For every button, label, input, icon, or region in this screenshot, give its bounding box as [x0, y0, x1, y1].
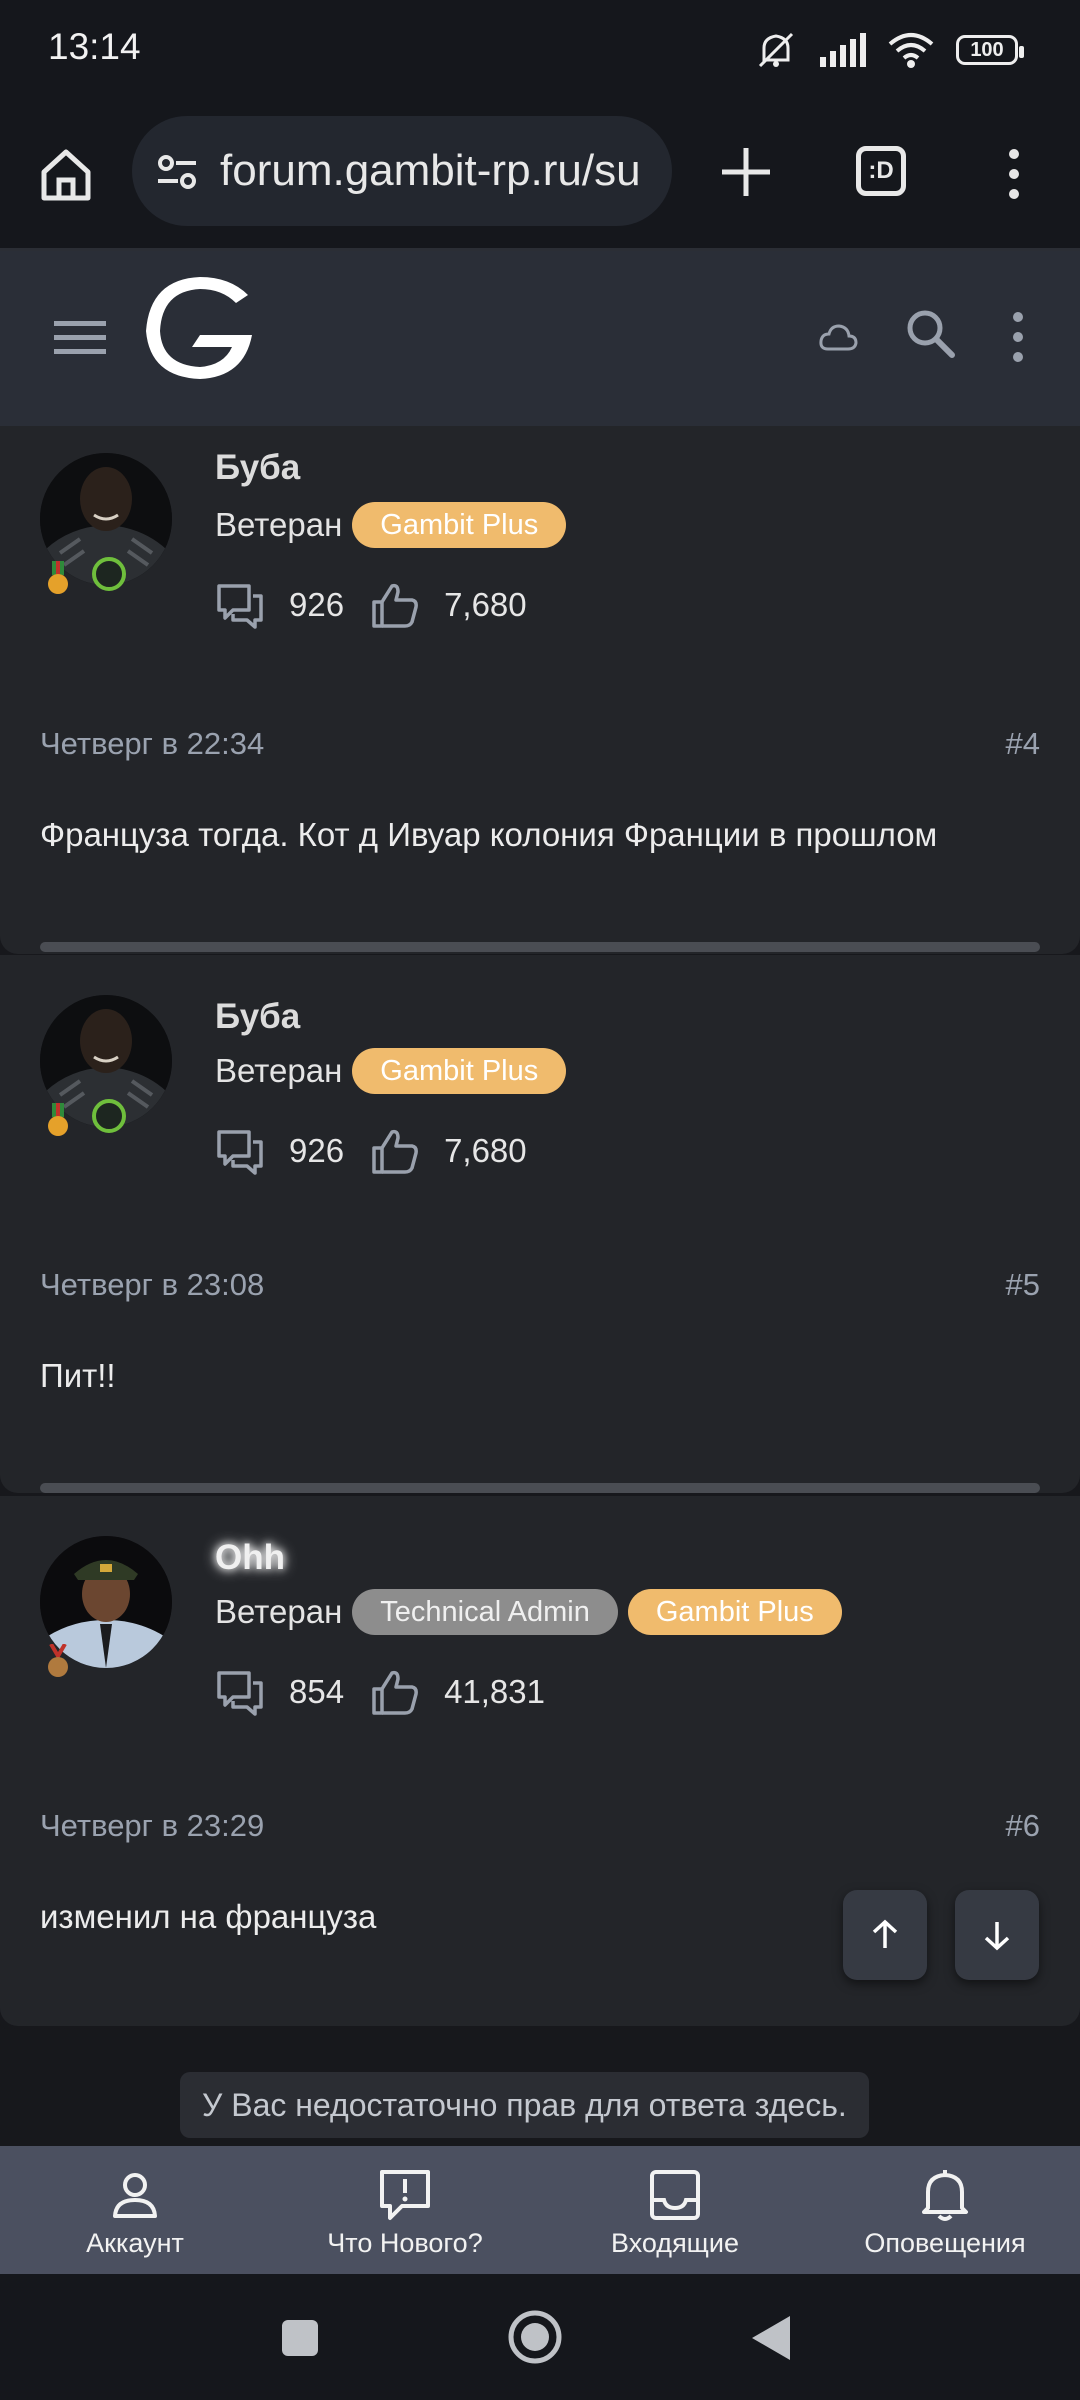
post-4: Буба Ветеран Gambit Plus 926 7,680 Четве…	[0, 426, 1080, 954]
tab-switcher-button[interactable]: :D	[856, 146, 906, 196]
message-count: 926	[289, 586, 345, 623]
arrow-down-icon	[984, 1922, 1010, 1951]
medal-icon	[48, 1644, 68, 1677]
nav-alerts[interactable]: Оповещения	[810, 2146, 1080, 2274]
wifi-icon	[888, 33, 934, 68]
reaction-score: 41,831	[444, 1673, 545, 1710]
reaction-score: 7,680	[444, 1132, 527, 1169]
status-bar: 13:14 100	[0, 0, 1080, 104]
back-icon[interactable]	[750, 2314, 792, 2362]
online-status-icon	[92, 1099, 126, 1133]
user-title-row: Ветеран Gambit Plus	[215, 502, 567, 548]
nav-label: Входящие	[610, 2228, 739, 2258]
new-tab-icon[interactable]	[716, 142, 776, 202]
username[interactable]: Буба	[215, 448, 300, 488]
username[interactable]: Буба	[215, 997, 300, 1037]
user-role: Ветеран	[215, 506, 343, 543]
bell-icon	[922, 2170, 968, 2221]
gambit-logo[interactable]	[140, 273, 260, 383]
messages-icon	[217, 1130, 263, 1175]
reaction-score: 7,680	[444, 586, 527, 623]
post-6: Ohh Ветеран Technical Admin Gambit Plus …	[0, 1496, 1080, 2026]
site-settings-icon[interactable]	[156, 151, 198, 193]
gambit-plus-badge: Gambit Plus	[627, 1589, 842, 1635]
home-icon[interactable]	[36, 144, 96, 204]
bottom-navigation: Аккаунт Что Нового? Входящие Оповещения	[0, 2146, 1080, 2274]
battery-icon: 100	[956, 35, 1024, 65]
likes-icon	[372, 1670, 418, 1715]
post-content: Пит!!	[40, 1357, 116, 1394]
address-bar[interactable]: forum.gambit-rp.ru/su	[132, 116, 672, 226]
recents-icon[interactable]	[280, 2318, 320, 2358]
browser-toolbar: forum.gambit-rp.ru/su :D	[0, 104, 1080, 251]
post-5: Буба Ветеран Gambit Plus 926 7,680 Четве…	[0, 955, 1080, 1493]
no-reply-permission-notice: У Вас недостаточно прав для ответа здесь…	[180, 2072, 869, 2138]
post-separator	[40, 942, 1040, 952]
post-content: Француза тогда. Кот д Ивуар колония Фран…	[40, 816, 938, 853]
status-icons: 100	[754, 30, 1024, 70]
likes-icon	[372, 1129, 418, 1174]
user-title-row: Ветеран Technical Admin Gambit Plus	[215, 1589, 842, 1635]
inbox-icon	[650, 2170, 700, 2220]
message-count: 926	[289, 1132, 345, 1169]
hamburger-menu-icon[interactable]	[54, 317, 106, 357]
post-date[interactable]: Четверг в 22:34	[40, 726, 264, 762]
avatar[interactable]	[40, 453, 172, 594]
system-navigation-bar	[0, 2274, 1080, 2400]
post-number[interactable]: #5	[1006, 1267, 1040, 1303]
avatar[interactable]	[40, 995, 172, 1136]
account-icon	[113, 2173, 157, 2218]
user-role: Ветеран	[215, 1052, 343, 1089]
messages-icon	[217, 1671, 263, 1716]
post-date[interactable]: Четверг в 23:08	[40, 1267, 264, 1303]
messages-icon	[217, 584, 263, 629]
gambit-plus-badge: Gambit Plus	[352, 502, 567, 548]
username[interactable]: Ohh	[215, 1538, 285, 1578]
home-circle-icon[interactable]	[506, 2308, 564, 2366]
mute-icon	[758, 32, 794, 68]
message-count: 854	[289, 1673, 345, 1710]
scroll-up-button[interactable]	[843, 1890, 927, 1980]
cloud-icon[interactable]	[818, 321, 858, 355]
status-time: 13:14	[48, 26, 141, 67]
avatar[interactable]	[40, 1536, 172, 1677]
medal-icon	[48, 1103, 68, 1136]
nav-label: Оповещения	[864, 2228, 1026, 2258]
gambit-plus-badge: Gambit Plus	[352, 1048, 567, 1094]
medal-icon	[48, 561, 68, 594]
nav-label: Что Нового?	[327, 2228, 483, 2258]
post-date[interactable]: Четверг в 23:29	[40, 1808, 264, 1844]
post-number[interactable]: #4	[1006, 726, 1040, 762]
user-stats: 854 41,831	[215, 1667, 571, 1717]
nav-whats-new[interactable]: Что Нового?	[270, 2146, 540, 2274]
more-options-icon[interactable]	[1006, 309, 1030, 365]
online-status-icon	[92, 557, 126, 591]
user-stats: 926 7,680	[215, 580, 553, 630]
nav-inbox[interactable]: Входящие	[540, 2146, 810, 2274]
scroll-down-button[interactable]	[955, 1890, 1039, 1980]
technical-admin-badge: Technical Admin	[352, 1589, 618, 1635]
nav-label: Аккаунт	[86, 2228, 184, 2258]
browser-menu-icon[interactable]	[996, 144, 1032, 204]
signal-icon	[820, 33, 866, 67]
nav-account[interactable]: Аккаунт	[0, 2146, 270, 2274]
forum-header	[0, 251, 1080, 426]
arrow-up-icon	[872, 1919, 898, 1948]
user-title-row: Ветеран Gambit Plus	[215, 1048, 567, 1094]
post-separator	[40, 1483, 1040, 1493]
url-text: forum.gambit-rp.ru/su	[220, 146, 641, 195]
user-stats: 926 7,680	[215, 1126, 553, 1176]
post-content: изменил на француза	[40, 1898, 377, 1935]
post-number[interactable]: #6	[1006, 1808, 1040, 1844]
battery-level: 100	[970, 38, 1004, 61]
likes-icon	[372, 583, 418, 628]
user-role: Ветеран	[215, 1593, 343, 1630]
search-icon[interactable]	[904, 307, 956, 359]
whats-new-icon	[380, 2170, 430, 2220]
